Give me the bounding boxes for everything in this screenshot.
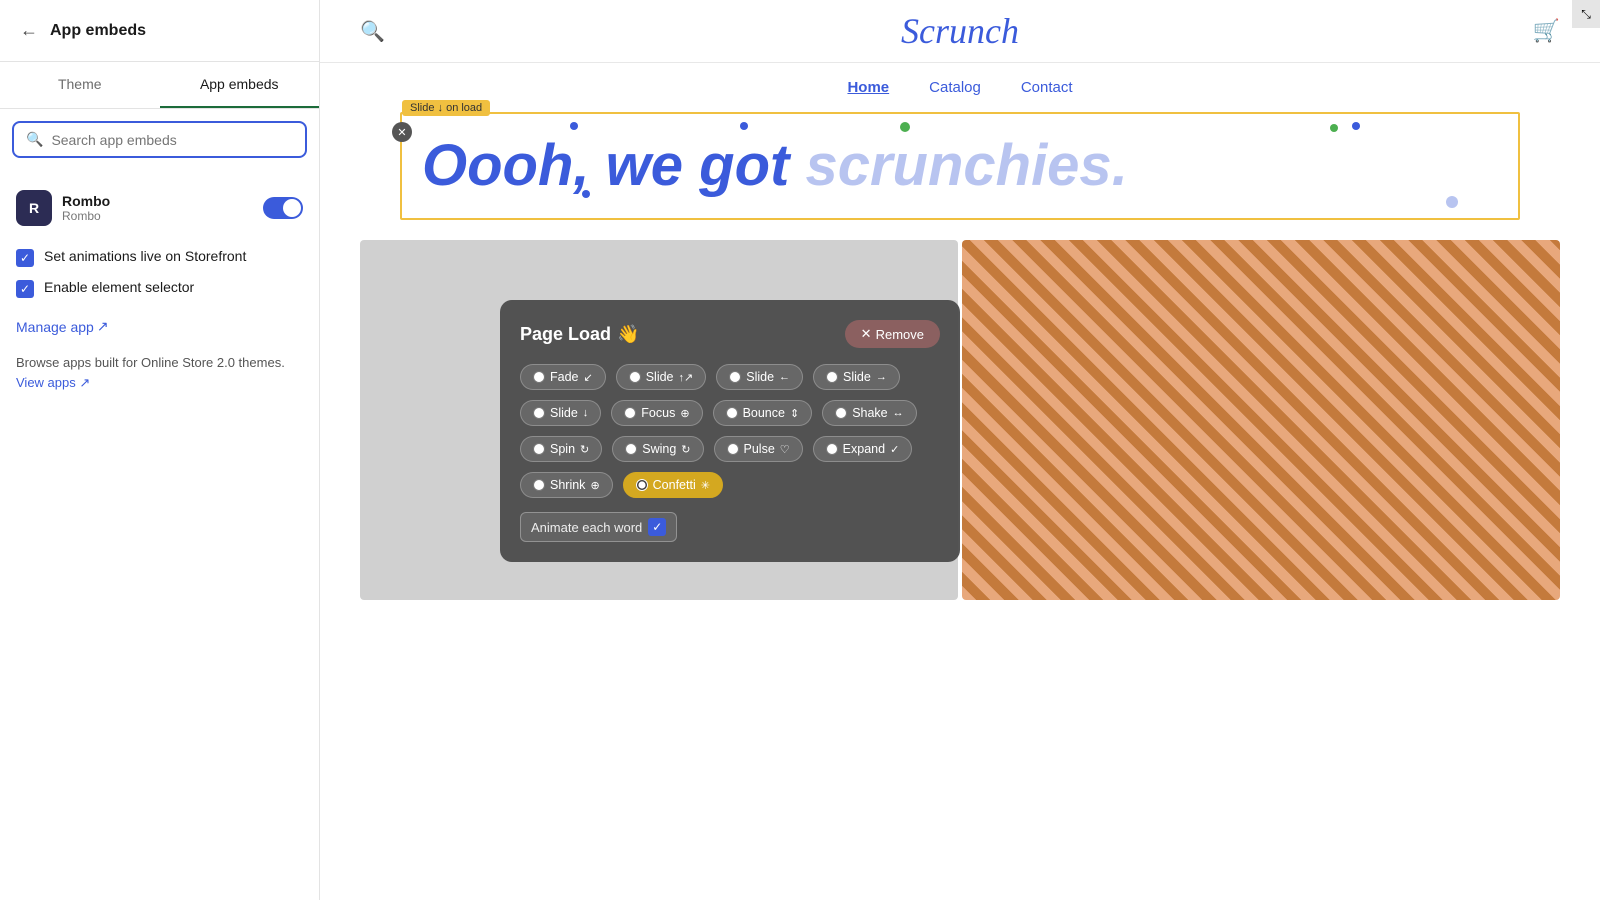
animate-word-label: Animate each word: [531, 520, 642, 535]
anim-footer: Animate each word: [520, 512, 940, 542]
tab-theme[interactable]: Theme: [0, 62, 160, 108]
checkbox-enable-selector: Enable element selector: [12, 273, 307, 304]
anim-spin[interactable]: Spin↻: [520, 436, 602, 462]
store-logo: Scrunch: [901, 10, 1019, 52]
checkbox-set-animations: Set animations live on Storefront: [12, 242, 307, 273]
anim-row-3: Spin↻ Swing↻ Pulse♡ Expand✓: [520, 436, 940, 462]
hero-word-oooh: Oooh,: [422, 133, 606, 198]
external-link-icon: ↗: [97, 318, 109, 335]
sidebar-title: App embeds: [50, 22, 146, 40]
app-toggle[interactable]: [263, 197, 303, 219]
anim-row-4: Shrink⊕ Confetti✳: [520, 472, 940, 498]
anim-slide-left[interactable]: Slide←: [716, 364, 803, 390]
slide-tag: Slide ↓ on load: [402, 100, 490, 116]
collapse-icon: ⤡: [1581, 7, 1591, 22]
sidebar: ← App embeds Theme App embeds 🔍 R Rombo …: [0, 0, 320, 900]
collapse-button[interactable]: ⤡: [1572, 0, 1600, 28]
search-box: 🔍: [12, 121, 307, 158]
store-nav: Home Catalog Contact: [320, 63, 1600, 112]
anim-slide-up-right[interactable]: Slide↑↗: [616, 364, 707, 390]
anim-fade[interactable]: Fade↙: [520, 364, 606, 390]
app-name: Rombo: [62, 193, 253, 209]
browse-text: Browse apps built for Online Store 2.0 t…: [12, 341, 307, 396]
animation-options: Fade↙ Slide↑↗ Slide← Slide→: [520, 364, 940, 498]
nav-home[interactable]: Home: [847, 79, 889, 96]
animate-each-word-container: Animate each word: [520, 512, 677, 542]
app-icon: R: [16, 190, 52, 226]
app-sub: Rombo: [62, 209, 253, 223]
storefront: 🔍 Scrunch 🛒 ⤡ Home Catalog Contact Slide…: [320, 0, 1600, 900]
anim-row-2: Slide↓ Focus⊕ Bounce⇕ Shake↔: [520, 400, 940, 426]
anim-focus[interactable]: Focus⊕: [611, 400, 702, 426]
checkbox-icon-2[interactable]: [16, 280, 34, 298]
hero-word-we: we: [606, 133, 700, 198]
nav-catalog[interactable]: Catalog: [929, 79, 981, 96]
store-search-icon[interactable]: 🔍: [360, 19, 385, 44]
anim-panel-header: Page Load 👋 ✕ Remove: [520, 320, 940, 348]
search-input[interactable]: [51, 132, 293, 148]
hero-text: Oooh, we got scrunchies.: [422, 134, 1498, 198]
image-right: [962, 240, 1560, 600]
external-link-icon-2: ↗: [79, 375, 90, 390]
dot-6: [1446, 196, 1458, 208]
anim-panel-title: Page Load 👋: [520, 324, 639, 345]
anim-shake[interactable]: Shake↔: [822, 400, 916, 426]
store-cart-icon[interactable]: 🛒: [1533, 18, 1560, 44]
back-icon: ←: [20, 20, 38, 41]
wave-emoji: 👋: [617, 324, 639, 345]
animation-panel: Page Load 👋 ✕ Remove Fade↙: [500, 300, 960, 562]
search-icon: 🔍: [26, 131, 43, 148]
hero-word-got: got: [699, 133, 805, 198]
dot-7: [1330, 124, 1338, 132]
anim-confetti[interactable]: Confetti✳: [623, 472, 723, 498]
checkbox-label: Set animations live on Storefront: [44, 248, 246, 264]
sidebar-content: R Rombo Rombo Set animations live on Sto…: [0, 170, 319, 900]
tab-app-embeds[interactable]: App embeds: [160, 62, 320, 108]
app-item-rombo: R Rombo Rombo: [12, 182, 307, 234]
animate-word-checkbox[interactable]: [648, 518, 666, 536]
anim-pulse[interactable]: Pulse♡: [714, 436, 803, 462]
hero-word-scrunchies: scrunchies.: [805, 133, 1127, 198]
store-header: 🔍 Scrunch 🛒 ⤡: [320, 0, 1600, 63]
anim-swing[interactable]: Swing↻: [612, 436, 703, 462]
remove-x-icon: ✕: [861, 326, 872, 342]
sidebar-header: ← App embeds: [0, 0, 319, 62]
anim-slide-down[interactable]: Slide↓: [520, 400, 601, 426]
view-apps-link[interactable]: View apps ↗: [16, 375, 90, 390]
app-info: Rombo Rombo: [62, 193, 253, 223]
checkbox-icon[interactable]: [16, 249, 34, 267]
anim-expand[interactable]: Expand✓: [813, 436, 913, 462]
hero-close-button[interactable]: ✕: [392, 122, 412, 142]
manage-app-link[interactable]: Manage app ↗: [12, 312, 307, 341]
hero-section: Slide ↓ on load ✕ Oooh, we got scrunchie…: [400, 112, 1520, 220]
back-button[interactable]: ←: [16, 16, 42, 45]
main-content: 🔍 Scrunch 🛒 ⤡ Home Catalog Contact Slide…: [320, 0, 1600, 900]
dot-5: [582, 190, 590, 198]
nav-contact[interactable]: Contact: [1021, 79, 1073, 96]
anim-row-1: Fade↙ Slide↑↗ Slide← Slide→: [520, 364, 940, 390]
checkbox-label-2: Enable element selector: [44, 279, 194, 295]
anim-shrink[interactable]: Shrink⊕: [520, 472, 613, 498]
remove-button[interactable]: ✕ Remove: [845, 320, 940, 348]
anim-bounce[interactable]: Bounce⇕: [713, 400, 813, 426]
anim-slide-right[interactable]: Slide→: [813, 364, 900, 390]
sidebar-tabs: Theme App embeds: [0, 62, 319, 109]
